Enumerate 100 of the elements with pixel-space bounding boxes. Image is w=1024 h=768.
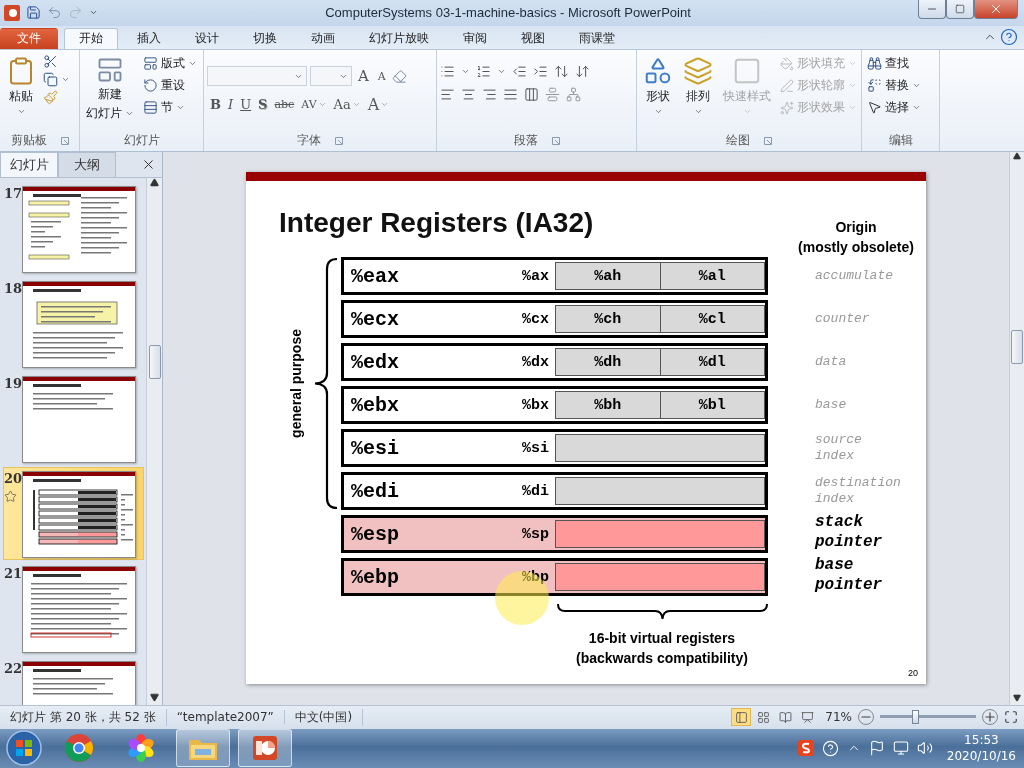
- origin-label: index: [815, 448, 855, 465]
- register-16bit-name: %cx: [522, 310, 549, 328]
- byte-register: %bh: [593, 395, 623, 416]
- group-label: 绘图: [726, 132, 750, 150]
- ribbon-tab[interactable]: 插入: [122, 27, 176, 50]
- group-label: 编辑: [888, 132, 913, 150]
- byte-register: %cl: [659, 306, 764, 333]
- panel-tab[interactable]: 大纲: [58, 151, 116, 177]
- origin-label: data: [815, 354, 848, 371]
- register-name: %edi: [350, 479, 400, 503]
- origin-label: source: [815, 432, 863, 449]
- clock-date[interactable]: 2020/10/16: [946, 748, 1016, 765]
- group-label: 剪贴板: [10, 132, 47, 150]
- slide-number: 19: [4, 375, 23, 391]
- language: 中文(中国): [284, 708, 364, 726]
- shrink-font-button[interactable]: A: [374, 68, 389, 84]
- origin-label: base: [815, 555, 855, 576]
- group-label: 幻灯片: [123, 132, 160, 150]
- slide-number: 20: [4, 470, 23, 486]
- register-name: %edx: [350, 350, 400, 374]
- panel-tab[interactable]: 幻灯片: [0, 151, 58, 177]
- ribbon-tab[interactable]: 视图: [506, 27, 560, 50]
- format-button[interactable]: I: [225, 96, 237, 114]
- register-16bit-name: %bx: [522, 396, 549, 414]
- slide-count: 幻灯片 第 20 张，共 52 张: [0, 708, 167, 726]
- format-button[interactable]: AV: [298, 97, 330, 113]
- ribbon-tab[interactable]: 动画: [296, 27, 350, 50]
- origin-label: stack: [815, 512, 864, 533]
- arrange-button[interactable]: 排列: [680, 54, 716, 119]
- section-button[interactable]: 节: [141, 98, 199, 118]
- register-16bit-name: %si: [522, 439, 549, 457]
- ribbon-tab[interactable]: 审阅: [448, 27, 502, 50]
- origin-label: index: [815, 491, 855, 508]
- register-name: %esp: [350, 522, 400, 546]
- register-name: %ebp: [350, 565, 400, 589]
- new-slide-button[interactable]: 新建 幻灯片: [83, 54, 137, 125]
- thumbnail-item[interactable]: 18: [3, 276, 144, 370]
- slide-number: 21: [4, 565, 23, 581]
- register-name: %ecx: [350, 307, 400, 331]
- group-label: 段落: [513, 132, 538, 150]
- clock-time[interactable]: 15:53: [964, 732, 999, 749]
- edit-command-button[interactable]: 查找: [865, 54, 923, 74]
- thumbnail-item[interactable]: 17: [3, 181, 144, 275]
- window-title: ComputerSystems 03-1-machine-basics - Microsoft PowerPoint: [324, 5, 692, 21]
- register-name: %esi: [350, 436, 400, 460]
- ribbon-tab[interactable]: 切换: [238, 27, 292, 50]
- byte-register: %bl: [659, 392, 764, 419]
- register-16bit-name: %ax: [522, 267, 549, 285]
- format-button[interactable]: B: [207, 96, 224, 114]
- register-16bit-name: %bp: [522, 568, 549, 586]
- thumbnail-item[interactable]: 20: [3, 466, 144, 560]
- zoom-level[interactable]: 71%: [825, 710, 852, 725]
- format-button[interactable]: U: [237, 96, 255, 114]
- origin-label: pointer: [815, 575, 884, 596]
- caption-line: (backwards compatibility): [576, 649, 748, 669]
- origin-heading: (mostly obsolete): [798, 238, 914, 258]
- ribbon-tab[interactable]: 设计: [180, 27, 234, 50]
- edit-command-button[interactable]: 选择: [865, 98, 923, 118]
- file-tab[interactable]: 文件: [0, 27, 58, 50]
- format-button[interactable]: Aa: [330, 96, 364, 114]
- edit-command-button[interactable]: 替换: [865, 76, 923, 96]
- byte-register: %dl: [659, 349, 764, 376]
- byte-register: %dh: [593, 352, 623, 373]
- origin-label: counter: [815, 311, 871, 328]
- format-button[interactable]: abc: [271, 97, 298, 113]
- group-label: 字体: [297, 132, 321, 150]
- thumbnail-item[interactable]: 19: [3, 371, 144, 465]
- page-number: 20: [908, 668, 918, 679]
- format-button[interactable]: A: [364, 94, 393, 116]
- register-16bit-name: %dx: [522, 353, 549, 371]
- register-16bit-name: %sp: [522, 525, 549, 543]
- format-button[interactable]: S: [255, 96, 271, 114]
- reset-button[interactable]: 重设: [141, 76, 199, 96]
- ribbon-tab[interactable]: 雨课堂: [564, 27, 630, 50]
- slide-number: 17: [4, 185, 23, 201]
- origin-label: destination: [815, 475, 902, 492]
- theme-name: “template2007”: [166, 710, 285, 725]
- register-16bit-name: %di: [522, 482, 549, 500]
- new-slide-label: 新建: [98, 86, 122, 104]
- register-name: %eax: [350, 264, 400, 288]
- group-label: general purpose: [288, 329, 304, 439]
- thumbnail-item[interactable]: 22: [3, 656, 144, 705]
- paste-button[interactable]: 粘贴: [3, 54, 39, 119]
- new-slide-menu-label: 幻灯片: [86, 105, 122, 123]
- register-name: %ebx: [350, 393, 400, 417]
- slide-number: 18: [4, 280, 23, 296]
- origin-label: pointer: [815, 532, 884, 553]
- origin-label: base: [815, 397, 848, 414]
- shapes-button[interactable]: 形状: [640, 54, 676, 119]
- thumbnail-item[interactable]: 21: [3, 561, 144, 655]
- byte-register: %al: [659, 263, 764, 290]
- origin-heading: Origin: [835, 218, 877, 238]
- layout-button[interactable]: 版式: [141, 54, 199, 74]
- origin-label: accumulate: [815, 268, 894, 285]
- grow-font-button[interactable]: A: [355, 66, 372, 87]
- ribbon-tab[interactable]: 开始: [64, 27, 118, 50]
- slide-number: 22: [4, 660, 23, 676]
- byte-register: %ch: [593, 309, 623, 330]
- byte-register: %ah: [593, 266, 623, 287]
- ribbon-tab[interactable]: 幻灯片放映: [354, 27, 444, 50]
